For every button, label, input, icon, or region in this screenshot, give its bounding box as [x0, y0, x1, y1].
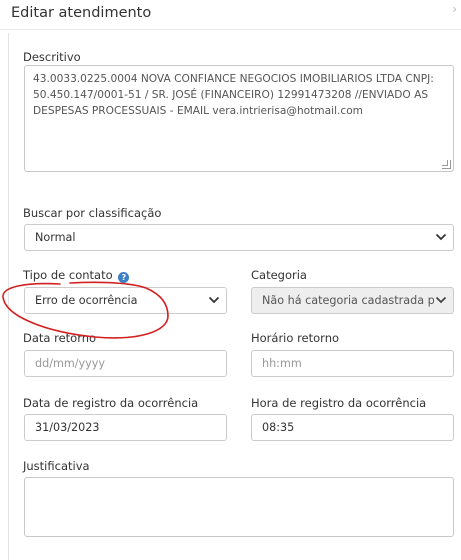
data-registro-label: Data de registro da ocorrência	[23, 396, 199, 410]
categoria-label: Categoria	[251, 268, 307, 282]
chevron-down-icon	[208, 296, 220, 304]
tipo-contato-label-text: Tipo de contato	[23, 268, 113, 282]
justificativa-label: Justificativa	[23, 459, 90, 473]
hora-registro-label: Hora de registro da ocorrência	[251, 396, 427, 410]
resize-handle-icon[interactable]	[442, 160, 451, 169]
data-retorno-input[interactable]: dd/mm/yyyy	[24, 350, 227, 377]
categoria-select[interactable]: Não há categoria cadastrada par	[251, 287, 454, 314]
question-circle-icon[interactable]: ?	[118, 272, 130, 283]
tipo-contato-value: Erro de ocorrência	[35, 294, 138, 307]
descritivo-line: DESPESAS PROCESSUAIS - EMAIL vera.intrie…	[33, 105, 363, 117]
data-retorno-label: Data retorno	[23, 331, 97, 345]
buscar-value: Normal	[35, 231, 76, 244]
data-registro-input[interactable]: 31/03/2023	[24, 414, 227, 441]
tipo-contato-select[interactable]: Erro de ocorrência	[24, 287, 227, 314]
justificativa-textarea[interactable]	[24, 477, 454, 537]
descritivo-textarea[interactable]: 43.0033.0225.0004 NOVA CONFIANCE NEGOCIO…	[24, 65, 454, 172]
descritivo-line: 43.0033.0225.0004 NOVA CONFIANCE NEGOCIO…	[33, 73, 434, 85]
categoria-value: Não há categoria cadastrada par	[262, 294, 447, 307]
descritivo-line: 50.450.147/0001-51 / SR. JOSÉ (FINANCEIR…	[33, 89, 429, 101]
buscar-label: Buscar por classificação	[23, 206, 162, 220]
page-title: Editar atendimento	[11, 5, 152, 21]
descritivo-label: Descritivo	[23, 50, 81, 64]
panel-header: Editar atendimento ›	[0, 0, 461, 30]
data-retorno-placeholder: dd/mm/yyyy	[35, 357, 106, 370]
hora-registro-value: 08:35	[262, 421, 295, 434]
chevron-right-icon[interactable]: ›	[452, 2, 457, 16]
chevron-down-icon	[435, 295, 447, 305]
data-registro-value: 31/03/2023	[35, 421, 100, 434]
horario-retorno-placeholder: hh:mm	[262, 357, 302, 370]
chevron-down-icon	[435, 233, 447, 241]
horario-retorno-label: Horário retorno	[251, 331, 340, 345]
hora-registro-input[interactable]: 08:35	[251, 414, 454, 441]
tipo-contato-label: Tipo de contato ?	[23, 268, 130, 283]
buscar-classificacao-select[interactable]: Normal	[24, 224, 454, 251]
horario-retorno-input[interactable]: hh:mm	[251, 350, 454, 377]
